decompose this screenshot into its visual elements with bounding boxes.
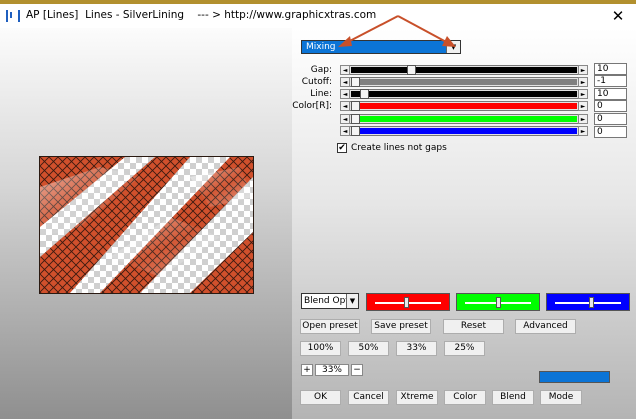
blend-options-select[interactable]: Blend Options ▼ <box>301 293 359 309</box>
arrow-right-icon[interactable]: ► <box>578 77 588 87</box>
window-title: AP [Lines] Lines - SilverLining --- > ht… <box>26 9 377 21</box>
arrow-right-icon[interactable]: ► <box>578 101 588 111</box>
color-b-thumb[interactable] <box>351 126 360 136</box>
mode-select[interactable]: Mixing ▼ <box>301 40 461 54</box>
arrow-right-icon[interactable]: ► <box>578 89 588 99</box>
title-bar: AP [Lines] Lines - SilverLining --- > ht… <box>0 4 636 28</box>
xtreme-button[interactable]: Xtreme <box>396 390 438 405</box>
blue-slider-knob[interactable] <box>588 297 594 308</box>
line-label: Line: <box>310 89 332 99</box>
app-icon <box>6 10 20 22</box>
red-slider-knob[interactable] <box>404 297 410 308</box>
cutoff-thumb[interactable] <box>351 77 360 87</box>
mode-select-value: Mixing <box>306 42 336 52</box>
color-g-slider[interactable]: ◄ ► <box>340 114 588 124</box>
cutoff-slider[interactable]: ◄ ► <box>340 77 588 87</box>
arrow-left-icon[interactable]: ◄ <box>340 77 350 87</box>
red-color-slider[interactable] <box>366 293 450 311</box>
gap-thumb[interactable] <box>407 65 417 75</box>
zoom-out-button[interactable]: − <box>351 364 363 376</box>
zoom-50-button[interactable]: 50% <box>348 341 389 356</box>
color-button[interactable]: Color <box>444 390 486 405</box>
gap-label: Gap: <box>310 65 332 75</box>
zoom-100-button[interactable]: 100% <box>300 341 341 356</box>
create-lines-label: Create lines not gaps <box>351 143 447 153</box>
gap-value[interactable]: 10 <box>594 63 627 75</box>
arrow-right-icon[interactable]: ► <box>578 65 588 75</box>
color-r-slider[interactable]: ◄ ► <box>340 101 588 111</box>
line-value[interactable]: 10 <box>594 88 627 100</box>
color-b-track <box>351 128 577 134</box>
color-r-value[interactable]: 0 <box>594 100 627 112</box>
arrow-left-icon[interactable]: ◄ <box>340 65 350 75</box>
zoom-33-button[interactable]: 33% <box>396 341 437 356</box>
zoom-value: 33% <box>315 364 349 376</box>
chevron-down-icon[interactable]: ▼ <box>446 41 460 53</box>
arrow-left-icon[interactable]: ◄ <box>340 101 350 111</box>
gap-track <box>351 67 577 73</box>
line-slider[interactable]: ◄ ► <box>340 89 588 99</box>
green-slider-knob[interactable] <box>495 297 501 308</box>
arrow-right-icon[interactable]: ► <box>578 126 588 136</box>
mode-button[interactable]: Mode <box>540 390 582 405</box>
zoom-25-button[interactable]: 25% <box>444 341 485 356</box>
preview-image <box>39 156 254 294</box>
green-color-slider[interactable] <box>456 293 540 311</box>
color-swatch[interactable] <box>539 371 610 383</box>
color-r-track <box>351 103 577 109</box>
color-g-track <box>351 116 577 122</box>
gap-slider[interactable]: ◄ ► <box>340 65 588 75</box>
blue-color-slider[interactable] <box>546 293 630 311</box>
zoom-in-button[interactable]: + <box>301 364 313 376</box>
ok-button[interactable]: OK <box>300 390 341 405</box>
reset-button[interactable]: Reset <box>443 319 504 334</box>
open-preset-button[interactable]: Open preset <box>300 319 360 334</box>
cutoff-label: Cutoff: <box>301 77 332 87</box>
close-button[interactable]: ✕ <box>604 6 632 26</box>
cancel-button[interactable]: Cancel <box>348 390 389 405</box>
blend-button[interactable]: Blend <box>492 390 534 405</box>
blend-select-value: Blend Options <box>304 296 346 306</box>
chevron-down-icon[interactable]: ▼ <box>346 294 358 308</box>
create-lines-checkbox[interactable]: ✔ <box>337 143 347 153</box>
cutoff-value[interactable]: -1 <box>594 75 627 87</box>
advanced-button[interactable]: Advanced <box>515 319 576 334</box>
color-g-thumb[interactable] <box>351 114 360 124</box>
line-thumb[interactable] <box>359 89 369 99</box>
color-r-thumb[interactable] <box>351 101 360 111</box>
save-preset-button[interactable]: Save preset <box>371 319 431 334</box>
arrow-left-icon[interactable]: ◄ <box>340 126 350 136</box>
color-r-label: Color[R]: <box>292 101 332 111</box>
color-g-value[interactable]: 0 <box>594 113 627 125</box>
arrow-right-icon[interactable]: ► <box>578 114 588 124</box>
cutoff-track <box>351 79 577 85</box>
color-b-slider[interactable]: ◄ ► <box>340 126 588 136</box>
line-track <box>351 91 577 97</box>
arrow-left-icon[interactable]: ◄ <box>340 89 350 99</box>
arrow-left-icon[interactable]: ◄ <box>340 114 350 124</box>
color-b-value[interactable]: 0 <box>594 126 627 138</box>
preview-pane <box>0 28 292 419</box>
preview-canvas <box>40 157 253 293</box>
